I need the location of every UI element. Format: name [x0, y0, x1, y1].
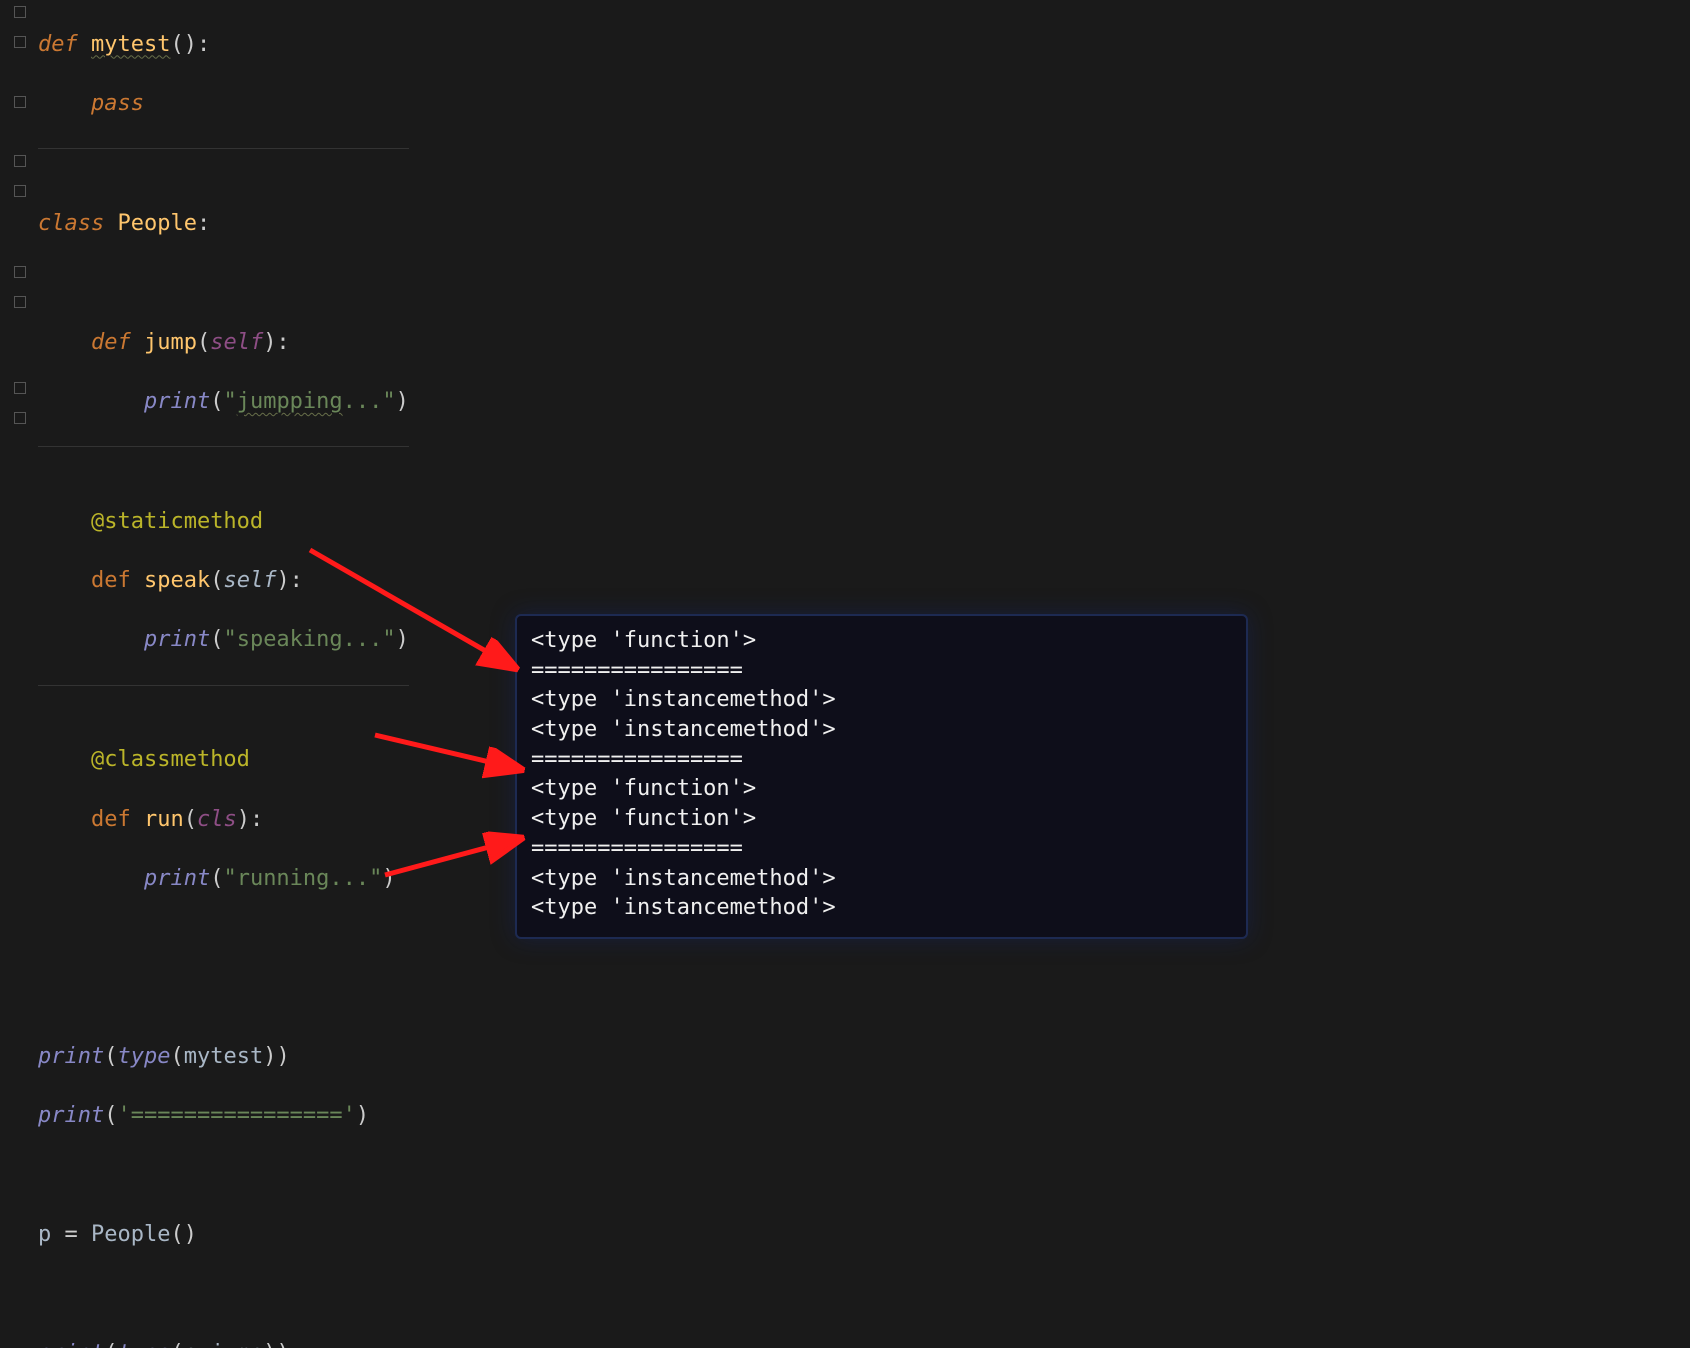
code-line[interactable]	[38, 1280, 409, 1310]
output-line: <type 'function'>	[531, 626, 1236, 656]
code-area[interactable]: def mytest(): pass class People: def jum…	[38, 0, 409, 1348]
fold-icon[interactable]	[14, 412, 26, 424]
code-line[interactable]	[38, 1161, 409, 1191]
output-line: <type 'instancemethod'>	[531, 864, 1236, 894]
gutter	[0, 0, 36, 1348]
code-line[interactable]: print("jumpping...")	[38, 387, 409, 417]
fold-icon[interactable]	[14, 155, 26, 167]
code-line[interactable]: def jump(self):	[38, 328, 409, 358]
output-line: <type 'instancemethod'>	[531, 715, 1236, 745]
code-line[interactable]: print("running...")	[38, 864, 409, 894]
fold-icon[interactable]	[14, 266, 26, 278]
fold-icon[interactable]	[14, 296, 26, 308]
fold-icon[interactable]	[14, 185, 26, 197]
fold-icon[interactable]	[14, 36, 26, 48]
code-editor[interactable]: def mytest(): pass class People: def jum…	[0, 0, 1690, 1348]
code-line[interactable]: print("speaking...")	[38, 625, 409, 655]
code-line[interactable]: print(type(mytest))	[38, 1042, 409, 1072]
code-line[interactable]: def mytest():	[38, 30, 409, 60]
code-line[interactable]	[38, 983, 409, 1013]
code-line[interactable]	[38, 446, 409, 477]
code-line[interactable]	[38, 268, 409, 298]
code-line[interactable]: def speak(self):	[38, 566, 409, 596]
output-line: <type 'instancemethod'>	[531, 893, 1236, 923]
code-line[interactable]	[38, 923, 409, 953]
fold-icon[interactable]	[14, 382, 26, 394]
code-line[interactable]: class People:	[38, 209, 409, 239]
fold-icon[interactable]	[14, 6, 26, 18]
output-line: ================	[531, 834, 1236, 864]
code-line[interactable]: pass	[38, 89, 409, 119]
output-line: <type 'function'>	[531, 774, 1236, 804]
code-line[interactable]: p = People()	[38, 1220, 409, 1250]
code-line[interactable]	[38, 685, 409, 716]
output-line: <type 'function'>	[531, 804, 1236, 834]
code-line[interactable]	[38, 148, 409, 179]
code-line[interactable]: @staticmethod	[38, 507, 409, 537]
fold-icon[interactable]	[14, 96, 26, 108]
output-panel: <type 'function'> ================ <type…	[515, 614, 1248, 939]
output-line: ================	[531, 745, 1236, 775]
code-line[interactable]: print('================')	[38, 1101, 409, 1131]
output-line: ================	[531, 656, 1236, 686]
code-line[interactable]: print(type(p.jump))	[38, 1339, 409, 1348]
code-line[interactable]: @classmethod	[38, 745, 409, 775]
code-line[interactable]: def run(cls):	[38, 805, 409, 835]
output-line: <type 'instancemethod'>	[531, 685, 1236, 715]
